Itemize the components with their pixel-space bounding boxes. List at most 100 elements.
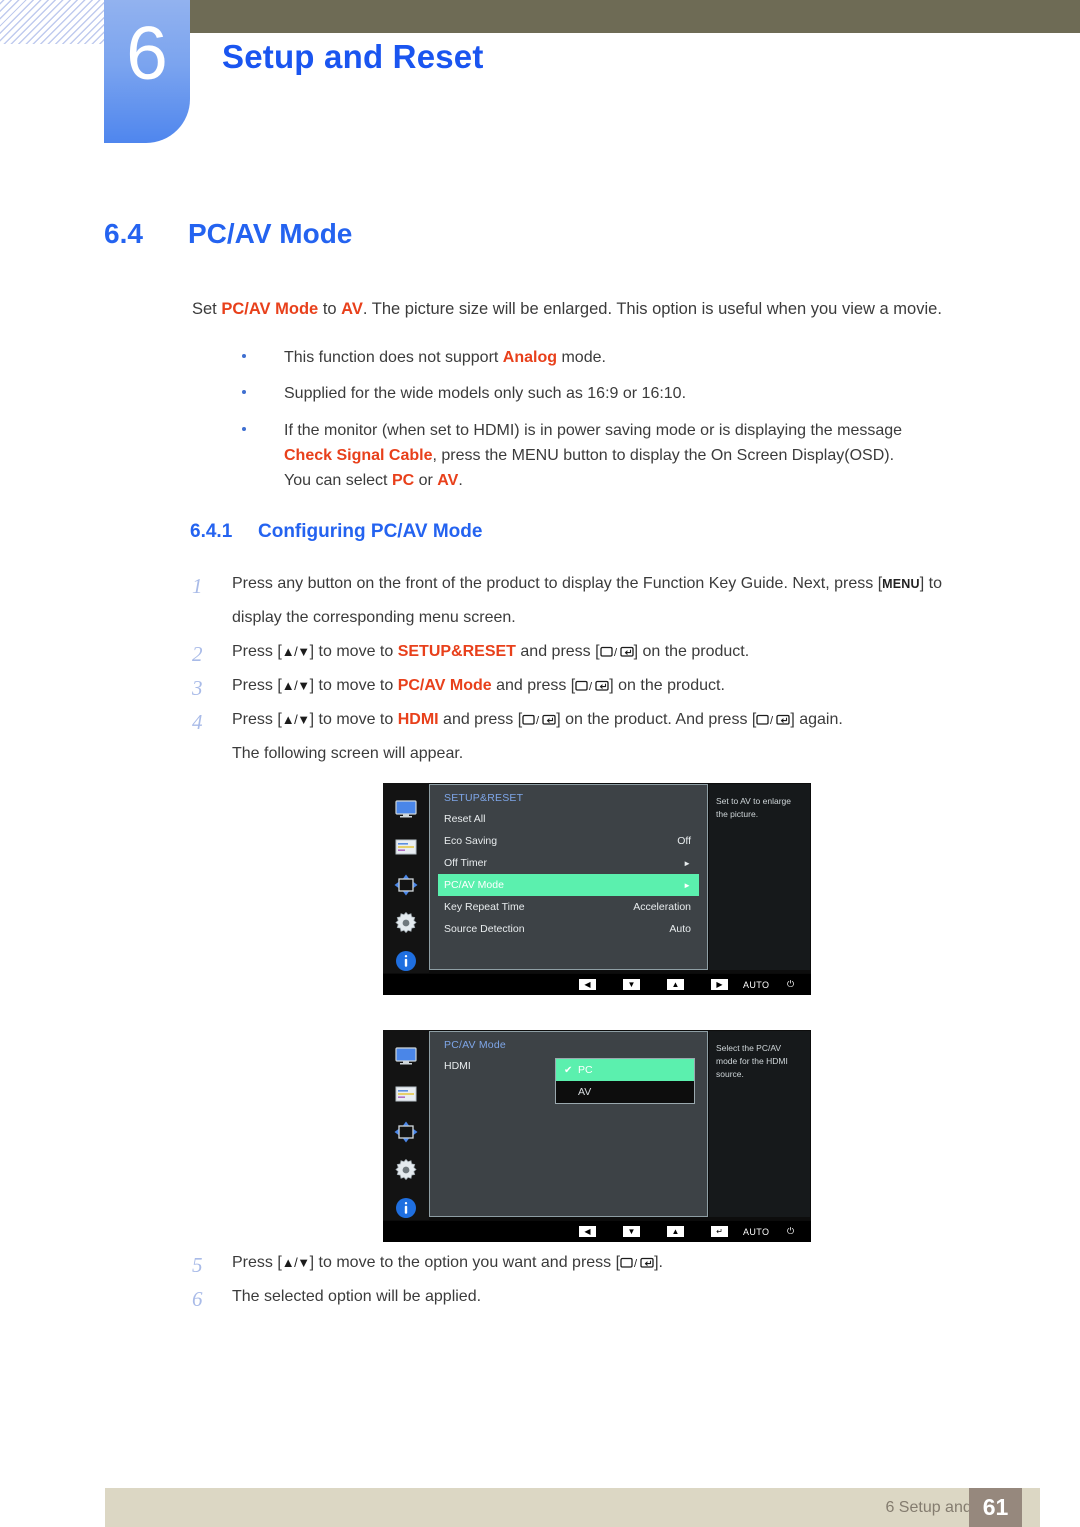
procedure-steps-tail: 5 Press [▲/▼] to move to the option you … (190, 1250, 1022, 1318)
osd-menu-item-key-repeat-time[interactable]: Key Repeat Time Acceleration (438, 896, 699, 918)
step-number: 1 (192, 574, 203, 598)
step-text-a: Press [ (232, 677, 282, 695)
osd-key-guide-bar: ◀ ▼ ▲ ↵ AUTO ⏻ (383, 1221, 811, 1242)
gear-icon (393, 910, 419, 935)
step-item: 5 Press [▲/▼] to move to the option you … (190, 1250, 1022, 1277)
bullet3-term-pc: PC (391, 472, 415, 490)
enter-key-icon[interactable]: ↵ (711, 1226, 728, 1237)
step-text-b: ] to move to the option you want and pre… (309, 1254, 621, 1271)
auto-key-label[interactable]: AUTO (743, 1227, 769, 1237)
step-item: 6 The selected option will be applied. (190, 1284, 1022, 1311)
step-text-d: ] on the product. (633, 643, 750, 661)
bullet-text-a: Supplied for the wide models only such a… (284, 385, 687, 403)
up-arrow-key-icon[interactable]: ▲ (667, 1226, 684, 1237)
osd-menu-title: SETUP&RESET (444, 792, 524, 804)
osd-menu-item-source-detection[interactable]: Source Detection Auto (438, 918, 699, 940)
step-text-a: Press any button on the front of the pro… (232, 575, 883, 592)
step-text-a: Press [ (232, 643, 282, 661)
step-text-d: ] on the product. (609, 677, 725, 695)
position-arrows-icon (393, 873, 419, 898)
chapter-tab: 6 (104, 0, 190, 143)
osd-menu-item-off-timer[interactable]: Off Timer ► (438, 852, 699, 874)
picture-settings-icon (393, 1082, 419, 1107)
gear-icon (393, 1157, 419, 1182)
step-term: PC/AV Mode (397, 677, 492, 695)
bullet3-line3-c: . (458, 472, 463, 490)
osd-screenshot-setup-reset: SETUP&RESET Reset All Eco Saving Off Off… (383, 783, 811, 995)
page-number: 61 (969, 1488, 1022, 1527)
enter-key-icon: / (522, 713, 556, 726)
intro-term-pcav: PC/AV Mode (221, 300, 319, 318)
step-item: 3 Press [▲/▼] to move to PC/AV Mode and … (190, 673, 1022, 700)
osd-item-value: Auto (669, 923, 691, 935)
step-number: 3 (192, 676, 203, 701)
bullet3-line3-a: You can select (284, 472, 392, 490)
list-item: If the monitor (when set to HDMI) is in … (237, 418, 1027, 494)
up-arrow-key-icon[interactable]: ▲ (667, 979, 684, 990)
step-number: 5 (192, 1253, 203, 1277)
osd-icon-rail (383, 1030, 429, 1220)
down-arrow-key-icon[interactable]: ▼ (623, 979, 640, 990)
step-continuation: display the corresponding menu screen. (232, 609, 516, 627)
section-number: 6.4 (104, 218, 143, 249)
osd-item-label: Off Timer (444, 857, 487, 869)
bullet3-line1: If the monitor (when set to HDMI) is in … (284, 421, 903, 439)
power-key-icon[interactable]: ⏻ (787, 1226, 795, 1237)
osd-option-av[interactable]: AV (556, 1081, 694, 1103)
left-arrow-key-icon[interactable]: ◀ (579, 1226, 596, 1237)
osd-help-text: Select the PC/AV mode for the HDMI sourc… (709, 1031, 810, 1217)
bullet3-term-av: AV (437, 472, 459, 490)
picture-settings-icon (393, 835, 419, 860)
osd-item-value: Off (677, 835, 691, 847)
info-icon (393, 948, 419, 973)
osd-menu-item-pc-av-mode[interactable]: PC/AV Mode ► (438, 874, 699, 896)
monitor-icon (393, 1044, 419, 1069)
manual-page: 6 Setup and Reset 6.4 PC/AV Mode Set PC/A… (0, 0, 1080, 1527)
osd-help-text: Set to AV to enlarge the picture. (709, 784, 810, 970)
enter-key-icon: / (599, 645, 634, 658)
decorative-hatch-pattern (0, 0, 108, 44)
right-arrow-key-icon[interactable]: ▶ (711, 979, 728, 990)
notes-list: This function does not support Analog mo… (237, 345, 1027, 504)
step-text-c: ]. (654, 1254, 663, 1271)
procedure-steps: 1 Press any button on the front of the p… (190, 571, 1022, 775)
intro-text-b: to (318, 300, 342, 318)
bullet-dot-icon (242, 426, 246, 431)
intro-term-av: AV (341, 300, 363, 318)
osd-item-label: Source Detection (444, 923, 525, 935)
down-arrow-key-icon[interactable]: ▼ (623, 1226, 640, 1237)
bullet3-term-check-signal: Check Signal Cable (284, 446, 433, 464)
osd-menu-item-reset-all[interactable]: Reset All (438, 808, 699, 830)
header-olive-bar (190, 0, 1080, 33)
updown-arrows-icon: ▲/▼ (281, 678, 310, 694)
osd-menu-item-eco-saving[interactable]: Eco Saving Off (438, 830, 699, 852)
step-number: 6 (192, 1287, 203, 1312)
osd-body: SETUP&RESET Reset All Eco Saving Off Off… (383, 783, 811, 973)
bullet-text-a: This function does not support (284, 349, 503, 366)
step-number: 4 (192, 710, 203, 735)
step-text-b: ] to move to (309, 643, 398, 661)
osd-item-value: Acceleration (633, 901, 691, 913)
osd-menu-title: PC/AV Mode (444, 1039, 506, 1051)
step-item: 4 Press [▲/▼] to move to HDMI and press … (190, 707, 1022, 734)
step-continuation: The following screen will appear. (232, 745, 464, 763)
menu-key-label: MENU (882, 577, 920, 591)
left-arrow-key-icon[interactable]: ◀ (579, 979, 596, 990)
step-term: HDMI (397, 711, 439, 729)
subsection-heading: 6.4.1 Configuring PC/AV Mode (190, 521, 482, 543)
osd-icon-rail (383, 783, 429, 973)
bullet-dot-icon (242, 390, 246, 395)
chevron-right-icon: ► (683, 858, 691, 868)
section-title: PC/AV Mode (188, 218, 353, 249)
osd-key-guide-bar: ◀ ▼ ▲ ▶ AUTO ⏻ (383, 974, 811, 995)
osd-option-label: PC (578, 1064, 593, 1076)
osd-menu-panel: SETUP&RESET Reset All Eco Saving Off Off… (429, 784, 708, 970)
osd-option-pc[interactable]: ✔ PC (556, 1059, 694, 1081)
subsection-title: Configuring PC/AV Mode (258, 521, 483, 542)
svg-text:/: / (614, 647, 618, 658)
power-key-icon[interactable]: ⏻ (787, 979, 795, 990)
svg-text:/: / (589, 681, 593, 692)
subsection-number: 6.4.1 (190, 521, 233, 542)
step-text-a: Press [ (232, 711, 282, 729)
auto-key-label[interactable]: AUTO (743, 980, 769, 990)
